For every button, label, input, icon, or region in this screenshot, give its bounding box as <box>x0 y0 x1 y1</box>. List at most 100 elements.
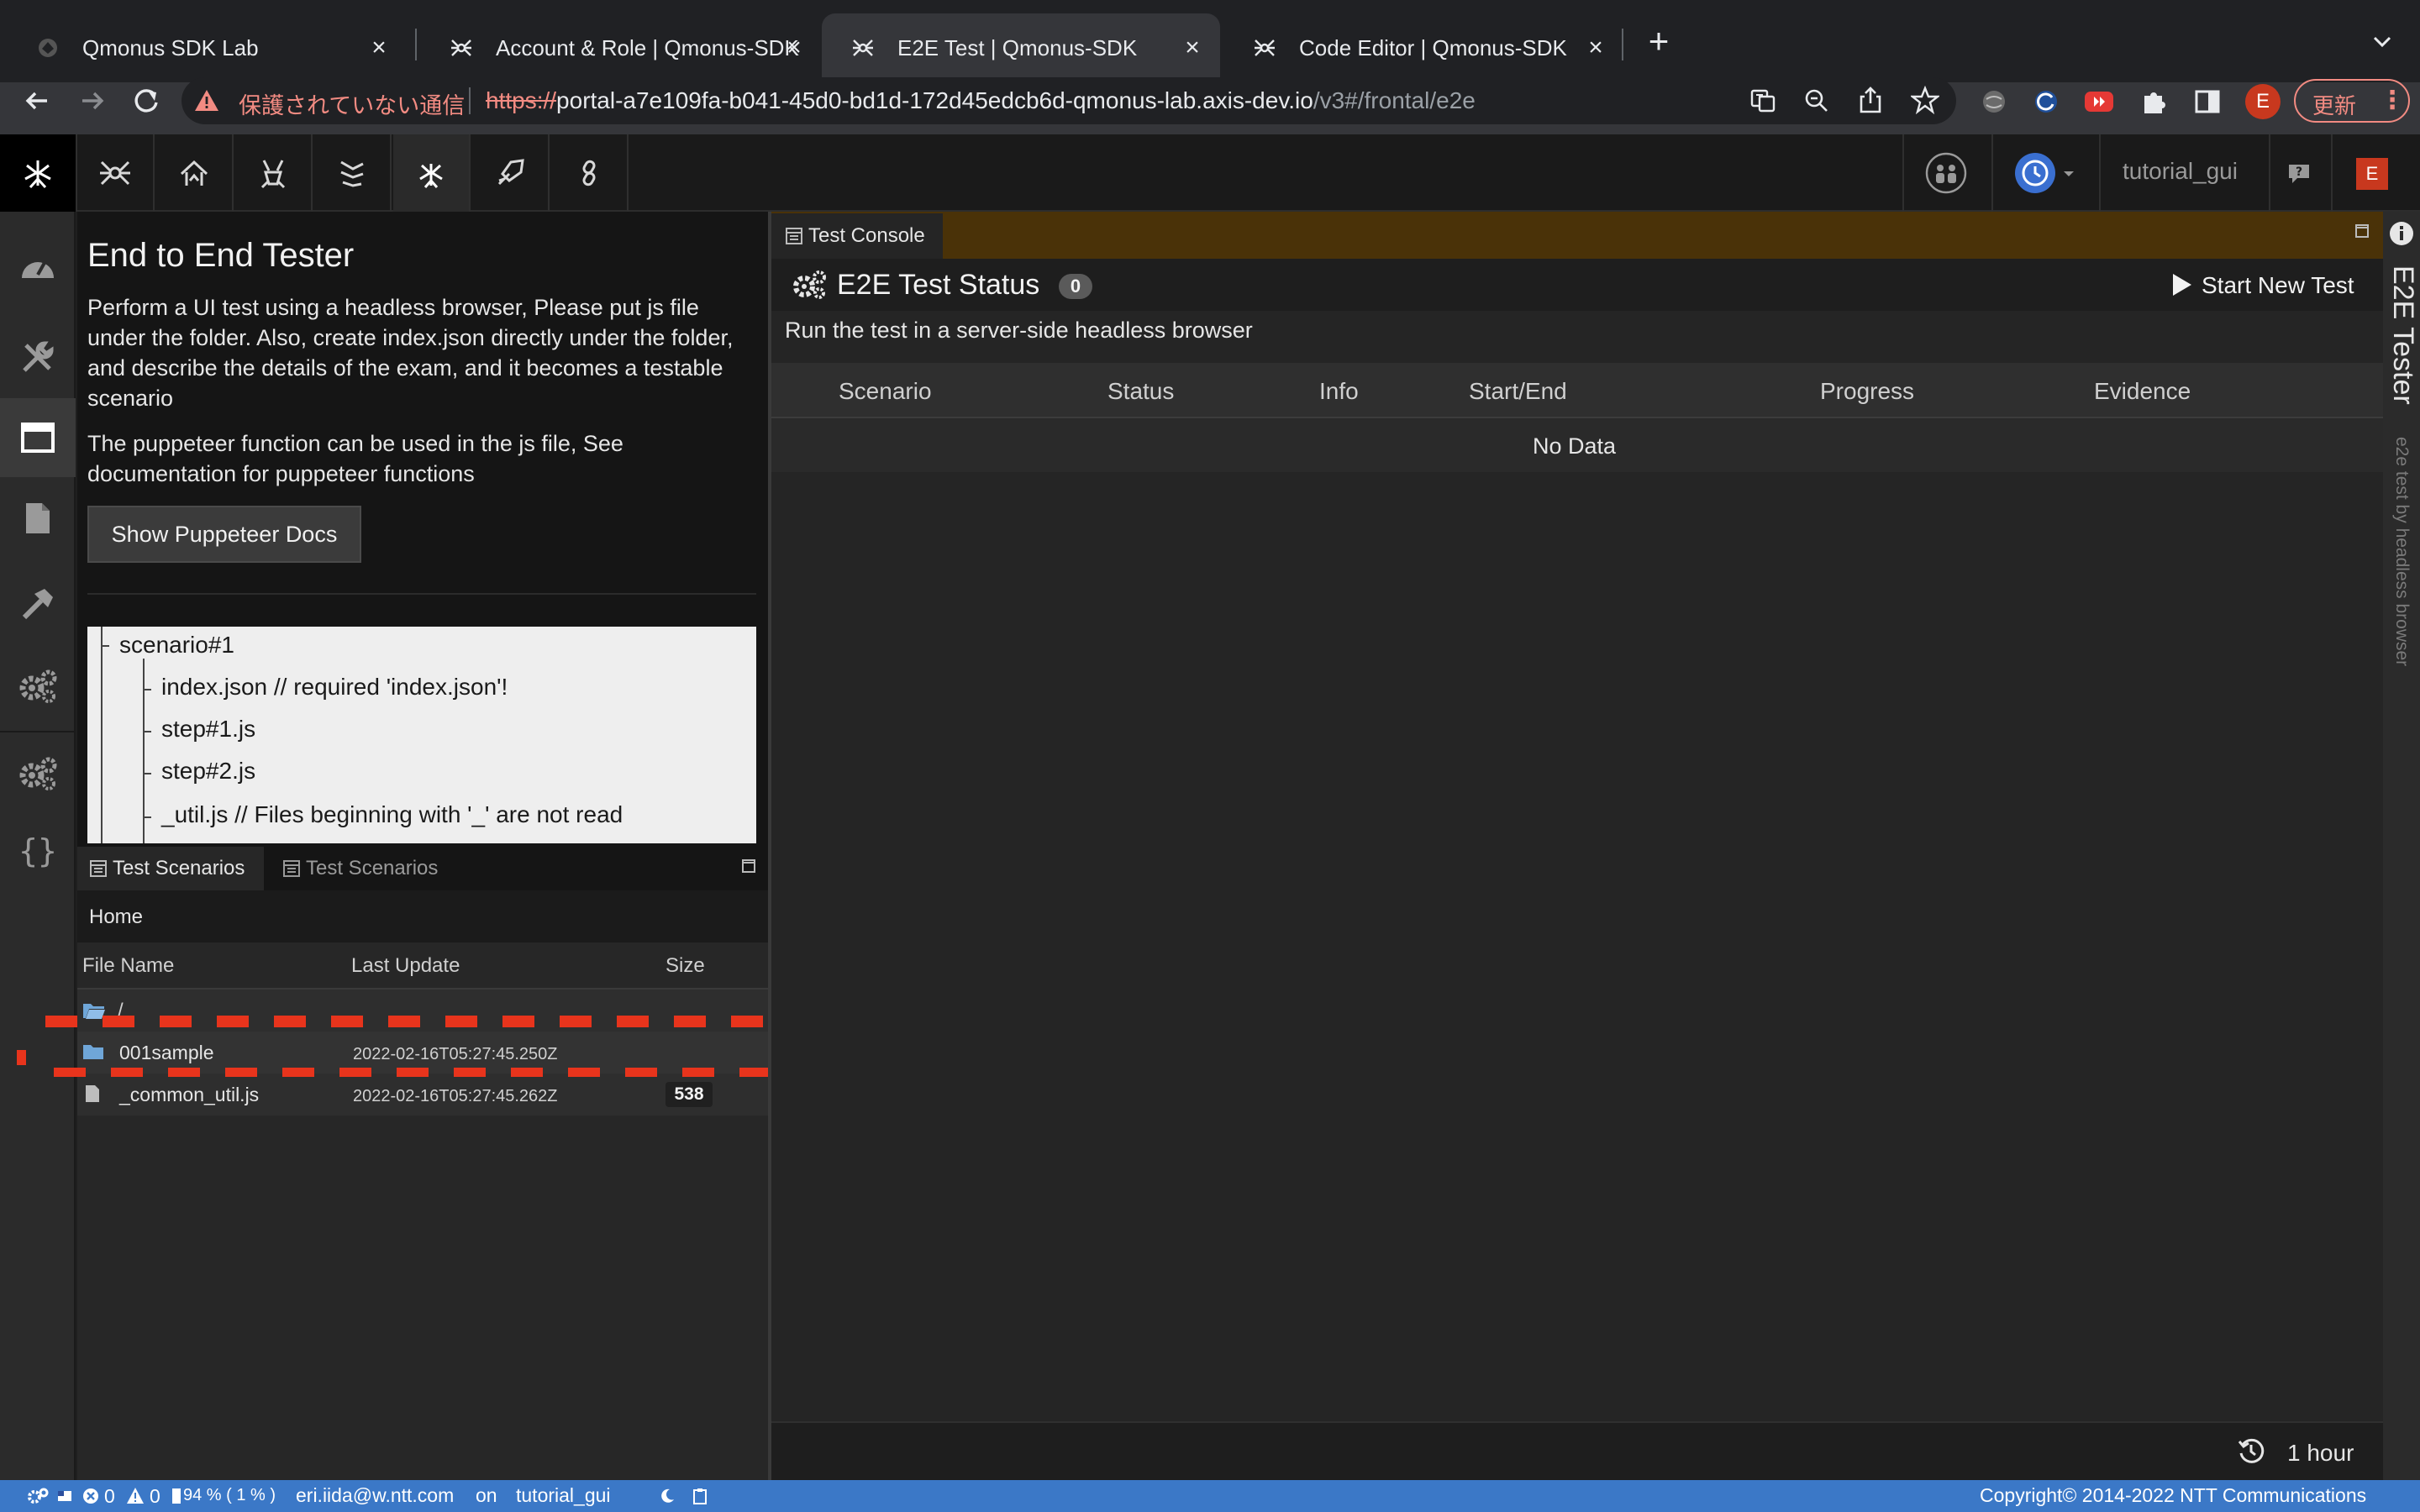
header-divider <box>1902 134 1904 212</box>
show-puppeteer-docs-button[interactable]: Show Puppeteer Docs <box>87 506 361 563</box>
sidebar-item-settings-2[interactable] <box>0 734 76 813</box>
browser-tab-active[interactable]: E2E Test | Qmonus-SDK × <box>822 13 1220 82</box>
timer-dropdown-icon[interactable] <box>2013 151 2081 195</box>
link-icon <box>582 160 596 186</box>
project-name[interactable]: tutorial_gui <box>2123 158 2238 185</box>
extensions-puzzle-icon[interactable] <box>2139 87 2168 116</box>
memory-icon <box>172 1488 181 1504</box>
file-name[interactable]: _common_util.js <box>119 1084 259 1106</box>
tab-test-scenarios[interactable]: Test Scenarios <box>271 847 452 890</box>
window-icon <box>786 228 802 244</box>
column-header-info[interactable]: Info <box>1319 378 1359 405</box>
info-icon[interactable] <box>2388 220 2415 247</box>
maximize-icon[interactable] <box>741 858 756 874</box>
browser-tab[interactable]: Qmonus SDK Lab × <box>7 13 407 82</box>
translate-icon[interactable] <box>1749 87 1776 114</box>
close-icon[interactable]: × <box>1583 35 1608 60</box>
highlight-dashed-box <box>17 1016 834 1077</box>
app-nav-robot[interactable] <box>235 134 313 212</box>
browser-tab[interactable]: Account & Role | Qmonus-SDK × <box>420 13 822 82</box>
header-divider <box>2269 134 2270 212</box>
copyright: Copyright© 2014-2022 NTT Communications <box>1980 1484 2367 1506</box>
moon-icon[interactable] <box>659 1488 676 1504</box>
console-footer: 1 hour <box>771 1421 2383 1480</box>
qmonus-logo-icon <box>39 39 57 57</box>
close-icon[interactable]: × <box>781 35 807 60</box>
close-icon[interactable]: × <box>1180 35 1205 60</box>
user-avatar[interactable]: E <box>2356 158 2388 190</box>
gears-icon <box>19 669 57 703</box>
column-header-status[interactable]: Status <box>1107 378 1174 405</box>
back-arrow-icon[interactable] <box>18 82 55 119</box>
new-tab-plus-icon[interactable]: + <box>1642 20 1676 62</box>
bookmark-star-icon[interactable] <box>1911 86 1939 114</box>
browser-tab[interactable]: Code Editor | Qmonus-SDK × <box>1223 13 1623 82</box>
side-panel-icon[interactable] <box>2193 87 2222 116</box>
gears-icon[interactable] <box>27 1487 49 1505</box>
tab-test-scenarios-active[interactable]: Test Scenarios <box>77 847 264 890</box>
error-count: 0 <box>104 1485 115 1507</box>
error-circle-icon[interactable] <box>82 1488 99 1504</box>
on-label: on <box>476 1484 497 1506</box>
column-header-evidence[interactable]: Evidence <box>2094 378 2191 405</box>
update-button-label: 更新 <box>2312 93 2357 118</box>
table-row[interactable]: _common_util.js 2022-02-16T05:27:45.262Z… <box>77 1074 768 1116</box>
clipboard-icon[interactable] <box>692 1487 708 1505</box>
sidebar-item-code[interactable]: {} <box>0 811 76 890</box>
tree-child-label: step#1.js <box>161 716 256 742</box>
app-nav-claw[interactable] <box>314 134 392 212</box>
home-logo-button[interactable] <box>0 134 77 212</box>
status-project[interactable]: tutorial_gui <box>516 1484 611 1507</box>
gears-icon <box>793 270 826 299</box>
sidebar-item-hammer[interactable] <box>0 564 76 643</box>
file-icon <box>26 503 50 533</box>
share-icon[interactable] <box>1857 86 1884 114</box>
help-icon[interactable]: ? <box>2286 160 2312 186</box>
tree-guide-line <box>143 659 145 843</box>
tab-test-console-active[interactable]: Test Console <box>771 213 943 259</box>
chevron-down-icon[interactable] <box>2370 29 2395 54</box>
sidebar-item-settings[interactable] <box>0 647 76 726</box>
tab-divider <box>1622 29 1623 60</box>
tree-child-label: _util.js // Files beginning with '_' are… <box>161 801 623 827</box>
warning-triangle-icon[interactable] <box>126 1487 145 1505</box>
address-bar[interactable]: 保護されていない通信 https://portal-a7e109fa-b041-… <box>182 77 1956 124</box>
breadcrumb-home[interactable]: Home <box>89 906 143 929</box>
maximize-icon[interactable] <box>2354 223 2370 239</box>
sidebar-item-dashboard[interactable] <box>0 227 76 306</box>
sidebar-item-tools[interactable] <box>0 318 76 396</box>
column-header-last-update[interactable]: Last Update <box>351 954 460 978</box>
file-icon <box>86 1085 99 1102</box>
start-new-test-button[interactable]: Start New Test <box>2168 267 2370 304</box>
sidebar-item-browser-active[interactable] <box>0 398 76 477</box>
reload-icon[interactable] <box>128 82 165 119</box>
column-header-start-end[interactable]: Start/End <box>1469 378 1567 405</box>
refresh-interval-label[interactable]: 1 hour <box>2287 1440 2354 1467</box>
house-glyph-icon <box>180 160 208 186</box>
extension-refresh-icon[interactable] <box>2032 87 2060 116</box>
profile-avatar[interactable]: E <box>2245 84 2281 119</box>
app-nav-house[interactable] <box>156 134 234 212</box>
forward-arrow-icon[interactable] <box>74 82 111 119</box>
tab-divider <box>415 29 417 60</box>
extension-video-icon[interactable] <box>2084 89 2114 114</box>
column-header-scenario[interactable]: Scenario <box>839 378 932 405</box>
app-nav-rocket[interactable] <box>472 134 550 212</box>
tree-guide-line <box>143 689 151 690</box>
column-header-size[interactable]: Size <box>666 954 705 978</box>
close-icon[interactable]: × <box>366 35 392 60</box>
rocket-glyph-icon <box>497 159 524 186</box>
column-header-progress[interactable]: Progress <box>1820 378 1914 405</box>
security-status-text[interactable]: 保護されていない通信 <box>239 87 465 120</box>
app-nav-link[interactable] <box>551 134 629 212</box>
extension-globe-icon[interactable] <box>1980 87 2008 116</box>
app-nav-e2e-active[interactable] <box>393 134 471 212</box>
zoom-icon[interactable] <box>1803 87 1830 114</box>
app-nav-spider[interactable] <box>77 134 155 212</box>
group-people-icon[interactable] <box>1924 151 1968 195</box>
history-icon[interactable] <box>2237 1436 2265 1465</box>
curly-braces-icon: {} <box>18 832 57 869</box>
column-header-file-name[interactable]: File Name <box>82 954 174 978</box>
sidebar-item-file[interactable] <box>0 479 76 558</box>
update-button[interactable]: 更新 ⋮ <box>2294 79 2410 123</box>
